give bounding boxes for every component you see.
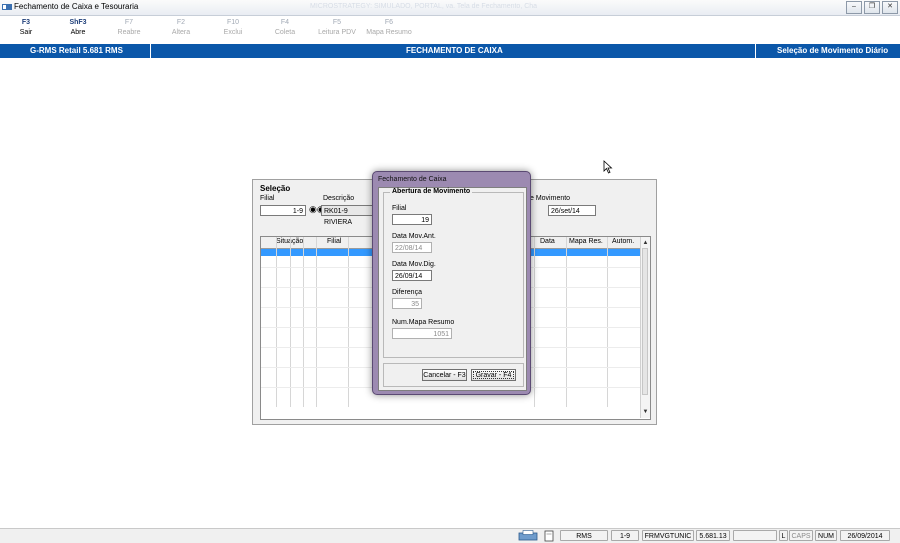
f3-sair-button[interactable]: F3 Sair xyxy=(1,19,51,36)
printer-icon[interactable] xyxy=(518,530,538,542)
grid-line xyxy=(348,237,349,407)
filial-field[interactable]: 19 xyxy=(392,214,432,225)
column-filial[interactable]: Filial xyxy=(327,238,341,245)
scroll-up-arrow-icon[interactable]: ▲ xyxy=(641,238,650,248)
action-label: Sair xyxy=(19,29,33,36)
document-icon[interactable] xyxy=(543,530,555,542)
field-label: Data Mov.Dig. xyxy=(392,261,436,268)
app-icon xyxy=(2,4,12,10)
dialog-body: Abertura de Movimento Filial 19 Data Mov… xyxy=(378,187,527,391)
filial-input[interactable]: 1-9 xyxy=(260,205,306,216)
save-button[interactable]: Gravar - F4 xyxy=(471,369,516,381)
restore-button[interactable]: ❐ xyxy=(864,1,880,14)
action-label: Abre xyxy=(70,29,86,36)
field-label: Diferença xyxy=(392,289,422,296)
cancel-button[interactable]: Cancelar - F3 xyxy=(422,369,467,381)
key-label: F6 xyxy=(384,19,394,26)
column-data[interactable]: Data xyxy=(540,238,555,245)
status-filial: 1-9 xyxy=(611,530,639,541)
grid-line xyxy=(534,237,535,407)
abertura-group: Abertura de Movimento Filial 19 Data Mov… xyxy=(383,188,524,358)
key-label: F4 xyxy=(280,19,290,26)
key-label: F3 xyxy=(21,19,31,26)
action-label: Mapa Resumo xyxy=(366,29,412,36)
key-label: F5 xyxy=(332,19,342,26)
status-caps: CAPS xyxy=(789,530,813,541)
f6-mapa-resumo-button[interactable]: F6 Mapa Resumo xyxy=(364,19,414,36)
grid-line xyxy=(566,237,567,407)
function-key-toolbar: F3 Sair ShF3 Abre F7 Reabre F2 Altera F10 Exc… xyxy=(0,16,900,43)
fechamento-dialog: Fechamento de Caixa Abertura de Moviment… xyxy=(372,171,531,395)
f7-reabre-button[interactable]: F7 Reabre xyxy=(104,19,154,36)
dialog-title: Fechamento de Caixa xyxy=(378,176,447,183)
diferenca-field: 35 xyxy=(392,298,422,309)
screen-title: FECHAMENTO DE CAIXA xyxy=(406,46,503,55)
action-label: Coleta xyxy=(274,29,296,36)
key-label: ShF3 xyxy=(69,19,87,26)
descricao-field: RK01-9 RIVIERA xyxy=(321,205,373,226)
dialog-button-area: Cancelar - F3 Gravar - F4 xyxy=(383,363,524,387)
action-label: Reabre xyxy=(117,29,141,36)
status-program: FRMVGTUNIC xyxy=(642,530,694,541)
divider xyxy=(150,44,151,58)
close-button[interactable]: ✕ xyxy=(882,1,898,14)
title-bar: Fechamento de Caixa e Tesouraria MICROST… xyxy=(0,0,900,16)
grid-line xyxy=(607,237,608,407)
selection-title: Seleção xyxy=(260,184,291,193)
action-label: Altera xyxy=(171,29,191,36)
action-label: Exclui xyxy=(223,29,243,36)
header-bar: G-RMS Retail 5.681 RMS FECHAMENTO DE CAI… xyxy=(0,44,900,58)
grid-line xyxy=(276,237,277,407)
data-mov-ant-field: 22/08/14 xyxy=(392,242,432,253)
scroll-down-arrow-icon[interactable]: ▼ xyxy=(641,407,650,417)
grid-scrollbar[interactable]: ▲ ▼ xyxy=(640,237,650,418)
movimento-label: e Movimento xyxy=(530,195,571,202)
status-app: RMS xyxy=(560,530,608,541)
shf3-abre-button[interactable]: ShF3 Abre xyxy=(53,19,103,36)
filial-label: Filial xyxy=(260,195,275,202)
column-mapa-res[interactable]: Mapa Res. xyxy=(569,238,603,245)
action-label: Leitura PDV xyxy=(318,29,356,36)
divider xyxy=(755,44,756,58)
status-num: NUM xyxy=(815,530,837,541)
grid-line xyxy=(303,237,304,407)
column-autom[interactable]: Autom. xyxy=(612,238,634,245)
scroll-thumb[interactable] xyxy=(642,248,648,395)
key-label: F2 xyxy=(176,19,186,26)
window-title: Fechamento de Caixa e Tesouraria xyxy=(14,2,139,11)
field-label: Filial xyxy=(392,205,407,212)
system-name: G-RMS Retail 5.681 RMS xyxy=(30,46,123,55)
f5-leitura-pdv-button[interactable]: F5 Leitura PDV xyxy=(312,19,362,36)
num-mapa-resumo-field: 1051 xyxy=(392,328,452,339)
background-window-title: MICROSTRATEGY: SIMULADO, PORTAL, va. Tel… xyxy=(310,3,538,10)
f2-altera-button[interactable]: F2 Altera xyxy=(156,19,206,36)
grid-line xyxy=(290,237,291,407)
status-version: 5.681.13 xyxy=(696,530,730,541)
data-mov-dig-field[interactable]: 26/09/14 xyxy=(392,270,432,281)
status-bar: RMS 1-9 FRMVGTUNIC 5.681.13 L CAPS NUM 2… xyxy=(0,528,900,543)
mouse-cursor-icon xyxy=(603,160,613,174)
f10-exclui-button[interactable]: F10 Exclui xyxy=(208,19,258,36)
field-label: Data Mov.Ant. xyxy=(392,233,436,240)
status-l: L xyxy=(779,530,788,541)
minimize-button[interactable]: – xyxy=(846,1,862,14)
grid-line xyxy=(316,237,317,407)
movimento-input[interactable]: 26/set/14 xyxy=(548,205,596,216)
descricao-label: Descrição xyxy=(323,195,355,202)
f4-coleta-button[interactable]: F4 Coleta xyxy=(260,19,310,36)
status-empty xyxy=(733,530,777,541)
field-label: Num.Mapa Resumo xyxy=(392,319,455,326)
status-date: 26/09/2014 xyxy=(840,530,890,541)
group-title: Abertura de Movimento xyxy=(390,188,473,195)
key-label: F7 xyxy=(124,19,134,26)
key-label: F10 xyxy=(226,19,240,26)
mode-title: Seleção de Movimento Diário xyxy=(777,46,889,55)
